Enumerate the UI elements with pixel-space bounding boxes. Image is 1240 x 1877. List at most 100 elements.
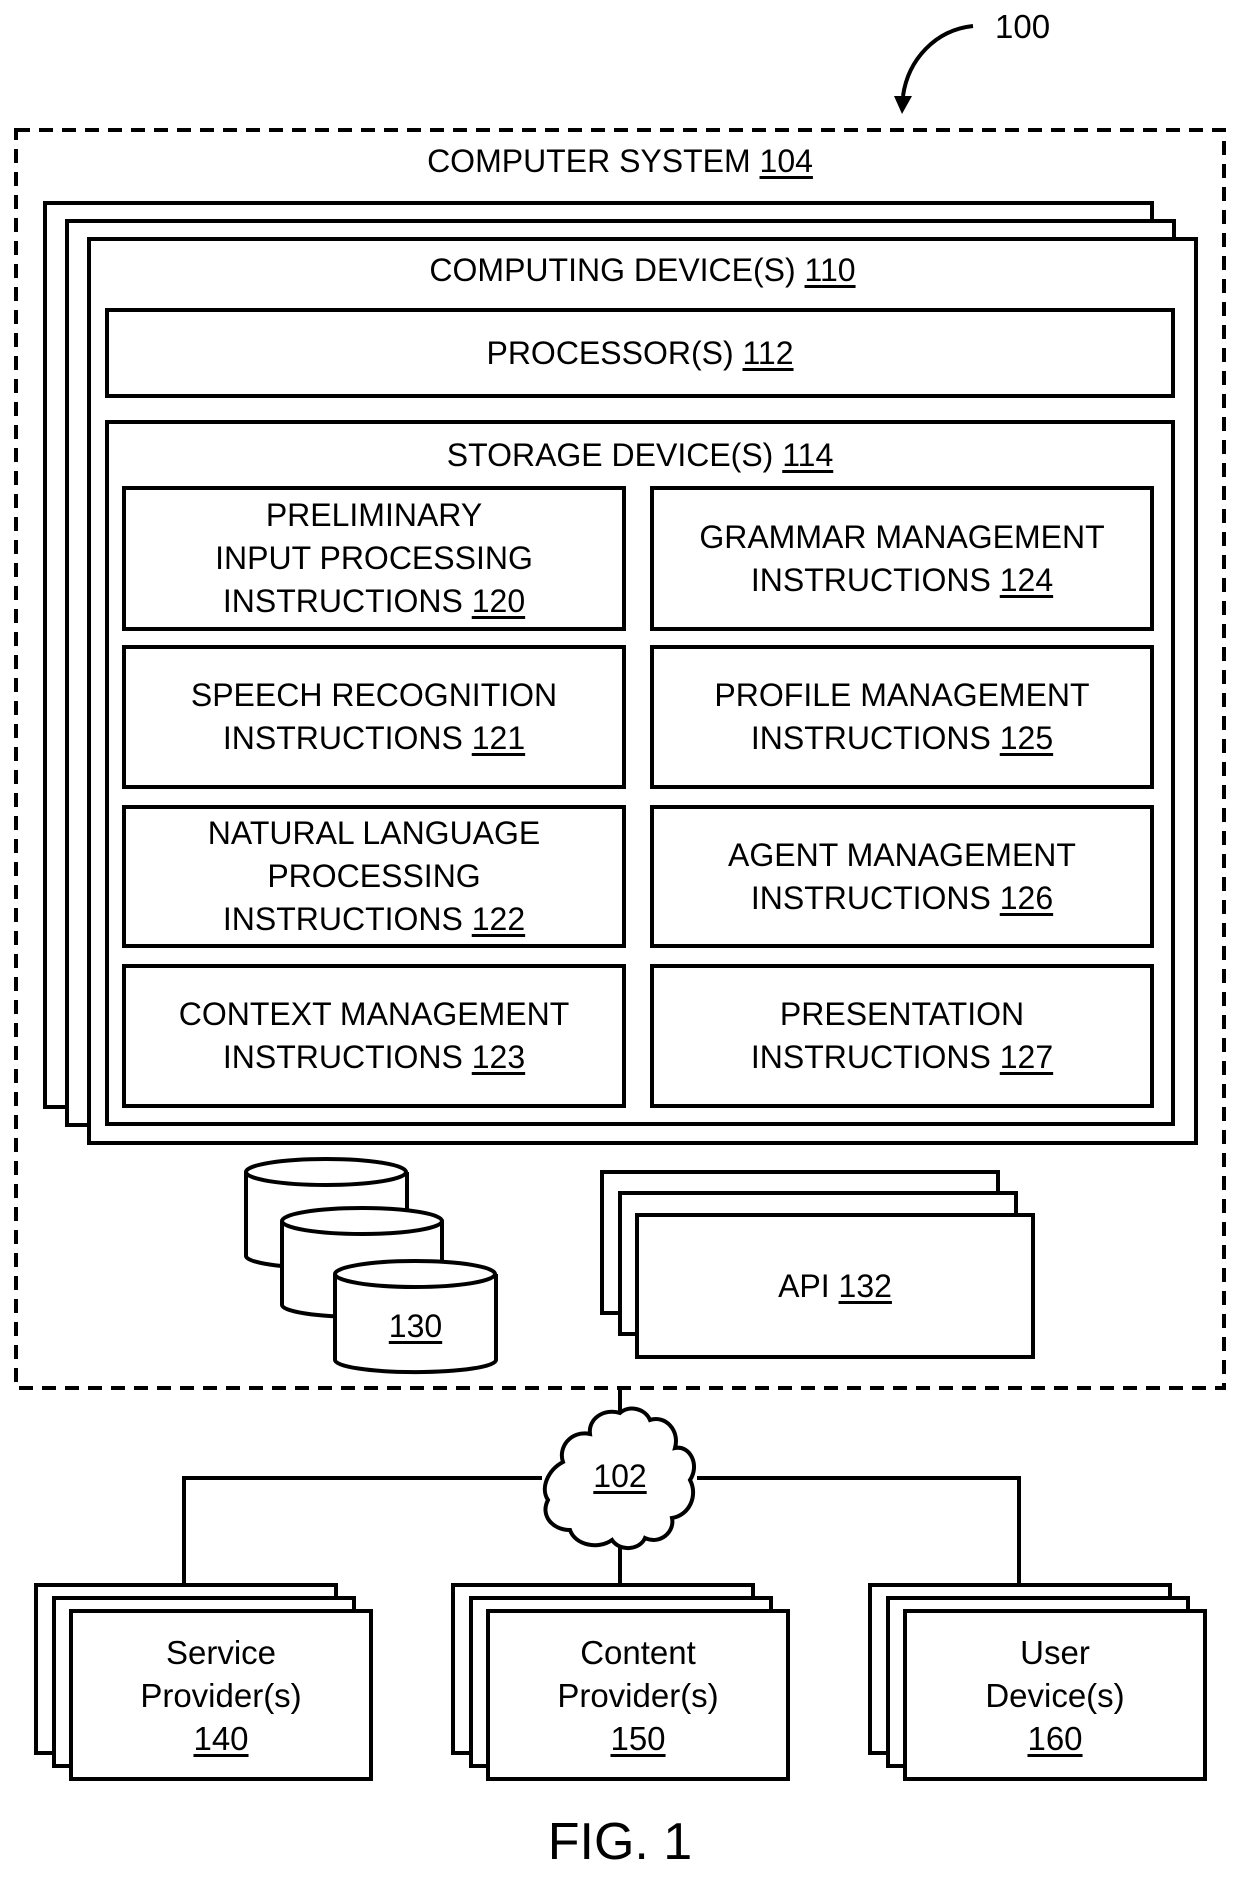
provider-label-line: 140	[193, 1717, 248, 1760]
instruction-label-line: AGENT MANAGEMENT	[728, 834, 1076, 877]
instruction-ref: 123	[471, 1039, 526, 1075]
instruction-module-124: GRAMMAR MANAGEMENT INSTRUCTIONS 124	[650, 486, 1154, 631]
content-provider-label-line2: Provider(s)	[557, 1676, 719, 1714]
provider-label-line: 150	[610, 1717, 665, 1760]
storage-devices-title: STORAGE DEVICE(S) 114	[109, 434, 1171, 477]
api-label: API	[778, 1267, 830, 1304]
api-title: API 132	[639, 1217, 1031, 1355]
content-provider-label: Content Provider(s) 150	[490, 1613, 786, 1777]
instruction-label-text: SPEECH RECOGNITION	[190, 677, 558, 713]
instruction-ref: 125	[999, 720, 1054, 756]
computer-system-title: COMPUTER SYSTEM 104	[0, 140, 1240, 183]
instruction-label-text: INSTRUCTIONS	[222, 901, 463, 937]
instruction-label-line: PROFILE MANAGEMENT	[714, 674, 1089, 717]
instruction-ref: 127	[999, 1039, 1054, 1075]
instruction-label-line: CONTEXT MANAGEMENT	[179, 993, 570, 1036]
instruction-label-line: INSTRUCTIONS 124	[751, 559, 1053, 602]
network-label: 102	[560, 1458, 680, 1495]
user-device-box: User Device(s) 160	[903, 1609, 1207, 1781]
database-ref: 130	[388, 1308, 443, 1344]
instruction-module-123: CONTEXT MANAGEMENT INSTRUCTIONS 123	[122, 964, 626, 1108]
instruction-label-line: PRELIMINARY	[266, 494, 482, 537]
computer-system-ref: 104	[759, 143, 813, 179]
instruction-label-line: GRAMMAR MANAGEMENT	[699, 516, 1104, 559]
instruction-label-line: INSTRUCTIONS 120	[223, 580, 525, 623]
instruction-module-label: AGENT MANAGEMENT INSTRUCTIONS 126	[654, 809, 1150, 944]
instruction-label-line: INSTRUCTIONS 123	[223, 1036, 525, 1079]
processors-title: PROCESSOR(S) 112	[109, 312, 1171, 394]
reference-arrow-head	[894, 96, 912, 114]
instruction-label-text: AGENT MANAGEMENT	[728, 836, 1076, 873]
instruction-label-line: NATURAL LANGUAGE	[208, 812, 541, 855]
instruction-label-line: SPEECH RECOGNITION	[191, 674, 557, 717]
instruction-module-122: NATURAL LANGUAGE PROCESSING INSTRUCTIONS 1…	[122, 805, 626, 948]
content-provider-box: Content Provider(s) 150	[486, 1609, 790, 1781]
instruction-label-text: INSTRUCTIONS	[222, 583, 463, 619]
instruction-label-text: INPUT PROCESSING	[215, 540, 533, 576]
instruction-module-label: GRAMMAR MANAGEMENT INSTRUCTIONS 124	[654, 490, 1150, 627]
provider-label-line: Service	[166, 1631, 276, 1674]
user-device-label-line1: User	[1020, 1633, 1090, 1671]
storage-devices-ref: 114	[782, 437, 834, 473]
instruction-label-text: PROFILE MANAGEMENT	[714, 677, 1090, 713]
processors-label: PROCESSOR(S)	[486, 334, 734, 371]
computing-device-label: COMPUTING DEVICE(S)	[429, 252, 796, 288]
service-provider-label-line2: Provider(s)	[140, 1676, 302, 1714]
reference-arrow	[901, 24, 974, 97]
instruction-label-line: INSTRUCTIONS 125	[751, 717, 1053, 760]
instruction-label-line: INPUT PROCESSING	[215, 537, 533, 580]
instruction-label-line: PRESENTATION	[780, 993, 1024, 1036]
connector-network-user	[697, 1476, 1021, 1583]
provider-label-line: Provider(s)	[140, 1674, 301, 1717]
connector-network-service	[182, 1476, 542, 1583]
instruction-label-text: INSTRUCTIONS	[750, 1039, 991, 1075]
service-provider-ref: 140	[193, 1719, 249, 1757]
instruction-module-label: PROFILE MANAGEMENT INSTRUCTIONS 125	[654, 649, 1150, 785]
instruction-module-label: SPEECH RECOGNITION INSTRUCTIONS 121	[126, 649, 622, 785]
provider-label-line: 160	[1027, 1717, 1082, 1760]
instruction-label-line: INSTRUCTIONS 122	[223, 898, 525, 941]
instruction-label-text: INSTRUCTIONS	[750, 561, 991, 598]
database-label: 130	[335, 1308, 496, 1345]
instruction-label-text: PRELIMINARY	[265, 497, 483, 533]
provider-label-line: Device(s)	[985, 1674, 1124, 1717]
instruction-ref: 120	[471, 583, 526, 619]
instruction-module-label: NATURAL LANGUAGE PROCESSING INSTRUCTIONS 1…	[126, 809, 622, 944]
computing-device-ref: 110	[804, 252, 856, 288]
instruction-label-text: PRESENTATION	[779, 996, 1025, 1032]
instruction-module-120: PRELIMINARY INPUT PROCESSING INSTRUCTIONS …	[122, 486, 626, 631]
service-provider-label: Service Provider(s) 140	[73, 1613, 369, 1777]
provider-label-line: User	[1020, 1631, 1090, 1674]
figure-title: FIG. 1	[547, 1813, 693, 1871]
instruction-module-121: SPEECH RECOGNITION INSTRUCTIONS 121	[122, 645, 626, 789]
instruction-ref: 122	[471, 901, 526, 937]
content-provider-label-line1: Content	[580, 1633, 696, 1671]
user-device-label: User Device(s) 160	[907, 1613, 1203, 1777]
figure-reference-number: 100	[995, 8, 1051, 45]
instruction-ref: 126	[999, 879, 1054, 916]
instruction-label-line: INSTRUCTIONS 126	[751, 877, 1053, 920]
service-provider-label-line1: Service	[165, 1633, 277, 1671]
storage-devices-label: STORAGE DEVICE(S)	[446, 437, 774, 473]
instruction-label-text: INSTRUCTIONS	[222, 1039, 463, 1075]
instruction-label-text: PROCESSING	[267, 858, 481, 894]
instruction-module-125: PROFILE MANAGEMENT INSTRUCTIONS 125	[650, 645, 1154, 789]
instruction-ref: 121	[471, 720, 526, 756]
instruction-label-line: INSTRUCTIONS 127	[751, 1036, 1053, 1079]
instruction-label-text: GRAMMAR MANAGEMENT	[699, 518, 1105, 555]
api-box: API 132	[635, 1213, 1035, 1359]
provider-label-line: Content	[580, 1631, 696, 1674]
instruction-label-text: INSTRUCTIONS	[750, 879, 991, 916]
network-ref: 102	[593, 1458, 647, 1494]
instruction-label-text: INSTRUCTIONS	[222, 720, 463, 756]
instruction-module-label: PRELIMINARY INPUT PROCESSING INSTRUCTIONS …	[126, 490, 622, 627]
content-provider-ref: 150	[610, 1719, 666, 1757]
instruction-label-line: INSTRUCTIONS 121	[223, 717, 525, 760]
instruction-module-label: PRESENTATION INSTRUCTIONS 127	[654, 968, 1150, 1104]
instruction-label-text: NATURAL LANGUAGE	[207, 815, 541, 851]
processors-box: PROCESSOR(S) 112	[105, 308, 1175, 398]
computer-system-label: COMPUTER SYSTEM	[427, 143, 751, 179]
service-provider-box: Service Provider(s) 140	[69, 1609, 373, 1781]
instruction-module-label: CONTEXT MANAGEMENT INSTRUCTIONS 123	[126, 968, 622, 1104]
instruction-label-line: PROCESSING	[267, 855, 480, 898]
